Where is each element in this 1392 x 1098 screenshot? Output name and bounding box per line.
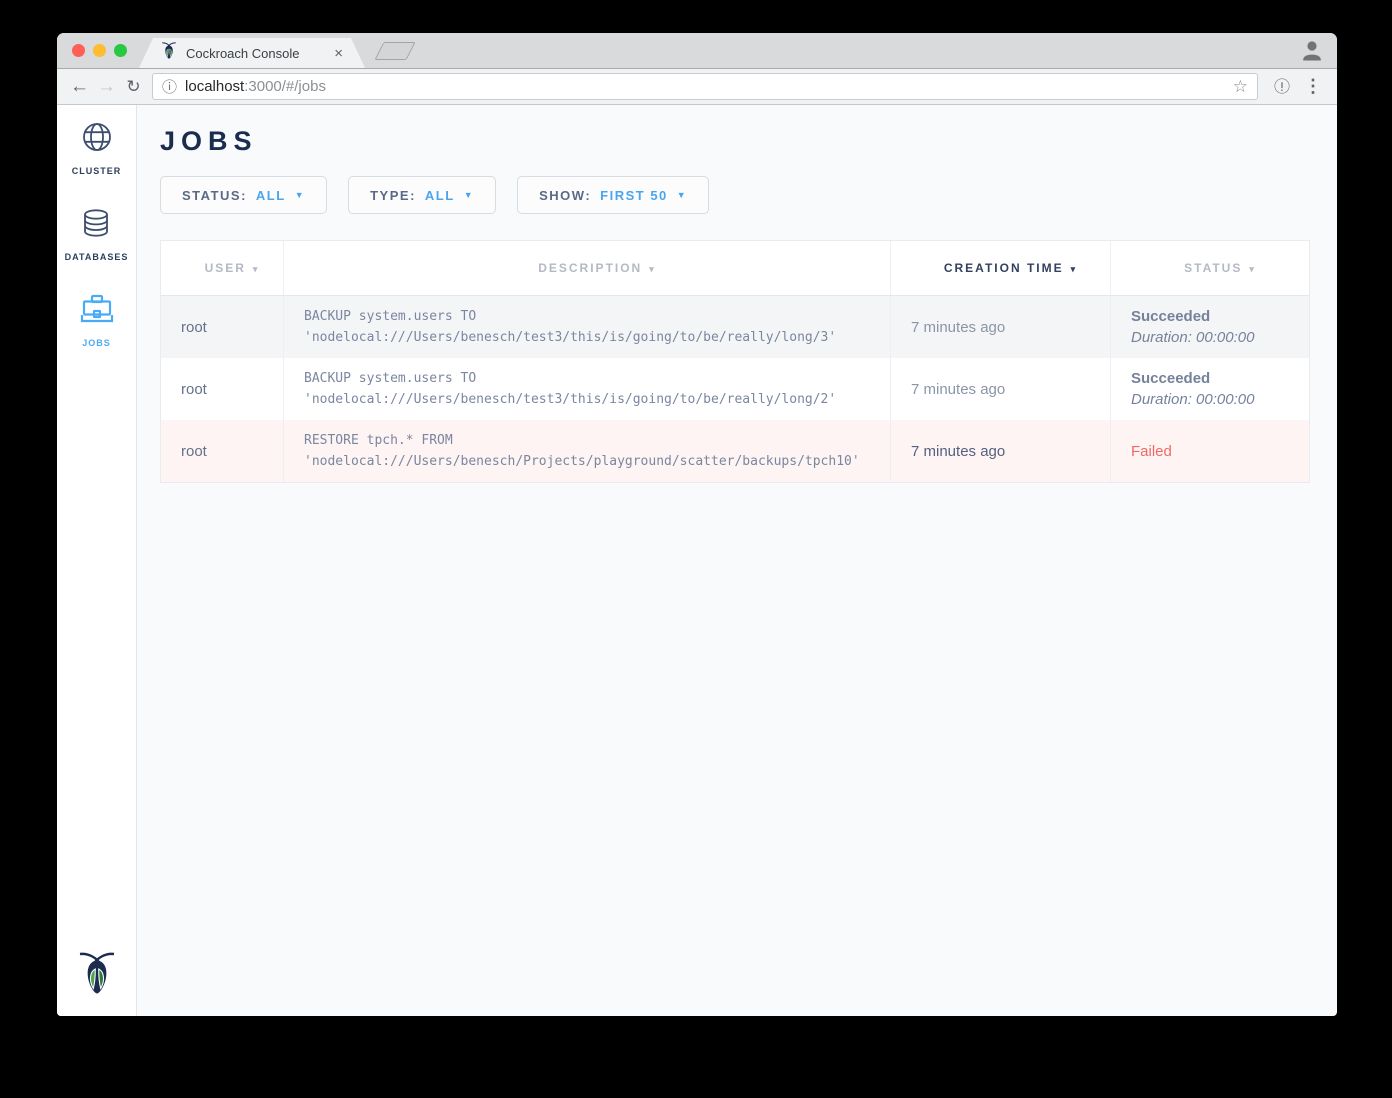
sort-caret-icon: ▾ — [1249, 264, 1256, 275]
globe-icon — [80, 120, 114, 159]
jobs-page: JOBS STATUS: ALL ▼ TYPE: ALL ▼ SHOW: FIR… — [137, 105, 1337, 1016]
type-filter-dropdown[interactable]: TYPE: ALL ▼ — [348, 176, 496, 214]
description-line1: BACKUP system.users TO — [304, 306, 890, 327]
sidebar-item-jobs[interactable]: JOBS — [79, 292, 115, 348]
description-cell: RESTORE tpch.* FROM 'nodelocal:///Users/… — [284, 420, 891, 482]
column-header-description[interactable]: DESCRIPTION ▾ — [284, 241, 891, 295]
status-badge: Failed — [1131, 441, 1309, 462]
creation-time-cell: 7 minutes ago — [891, 420, 1111, 482]
sort-caret-icon: ▾ — [253, 264, 260, 275]
sidebar-item-cluster[interactable]: CLUSTER — [72, 120, 122, 176]
sort-caret-icon: ▾ — [1071, 264, 1078, 275]
filter-label: STATUS: — [182, 188, 247, 203]
page-title: JOBS — [160, 127, 1337, 155]
chevron-down-icon: ▼ — [464, 190, 474, 200]
sort-caret-icon: ▾ — [649, 264, 656, 275]
browser-tab[interactable]: Cockroach Console × — [139, 38, 365, 68]
user-cell: root — [161, 296, 284, 358]
zoom-window-button[interactable] — [114, 44, 127, 57]
table-row: root BACKUP system.users TO 'nodelocal:/… — [161, 296, 1309, 358]
description-line2: 'nodelocal:///Users/benesch/test3/this/i… — [304, 327, 890, 348]
column-header-label: CREATION TIME — [944, 261, 1064, 275]
window-controls — [72, 44, 127, 57]
sidebar-item-label: DATABASES — [65, 252, 129, 262]
filter-label: SHOW: — [539, 188, 591, 203]
status-badge: Succeeded — [1131, 368, 1309, 389]
new-tab-button[interactable] — [374, 42, 415, 60]
description-line2: 'nodelocal:///Users/benesch/test3/this/i… — [304, 389, 890, 410]
browser-toolbar: ← → ↻ ⓘ localhost:3000/#/jobs ☆ ⓘ ⋮ — [57, 68, 1337, 105]
forward-icon: → — [93, 73, 120, 100]
status-cell: Succeeded Duration: 00:00:00 — [1111, 358, 1309, 420]
status-cell: Failed — [1111, 420, 1309, 482]
status-duration: Duration: 00:00:00 — [1131, 327, 1309, 348]
show-filter-dropdown[interactable]: SHOW: FIRST 50 ▼ — [517, 176, 709, 214]
url-path: :3000/#/jobs — [244, 78, 326, 95]
back-icon[interactable]: ← — [66, 73, 93, 100]
close-tab-icon[interactable]: × — [334, 46, 343, 61]
filter-value: ALL — [425, 188, 455, 203]
extension-icon[interactable]: ⓘ — [1274, 75, 1290, 99]
sidebar-item-label: CLUSTER — [72, 166, 122, 176]
description-line1: RESTORE tpch.* FROM — [304, 430, 890, 451]
cockroach-favicon-icon — [161, 41, 177, 65]
cockroach-console: CLUSTER DATABASES — [57, 105, 1337, 1016]
table-header-row: USER ▾ DESCRIPTION ▾ CREATION TIME ▾ STA… — [161, 241, 1309, 296]
cockroach-logo-icon — [77, 950, 117, 1001]
status-badge: Succeeded — [1131, 306, 1309, 327]
overflow-menu-icon[interactable]: ⋮ — [1304, 76, 1322, 97]
description-cell: BACKUP system.users TO 'nodelocal:///Use… — [284, 358, 891, 420]
briefcase-icon — [79, 292, 115, 331]
sidebar-item-label: JOBS — [82, 338, 111, 348]
database-icon — [79, 206, 113, 245]
minimize-window-button[interactable] — [93, 44, 106, 57]
filter-value: FIRST 50 — [600, 188, 668, 203]
page-info-icon[interactable]: ⓘ — [162, 76, 177, 97]
url-text[interactable]: localhost:3000/#/jobs — [185, 78, 326, 95]
column-header-creation-time[interactable]: CREATION TIME ▾ — [891, 241, 1111, 295]
reload-icon[interactable]: ↻ — [120, 73, 147, 100]
description-line2: 'nodelocal:///Users/benesch/Projects/pla… — [304, 451, 890, 472]
sidebar: CLUSTER DATABASES — [57, 105, 137, 1016]
tab-title: Cockroach Console — [186, 46, 299, 61]
column-header-status[interactable]: STATUS ▾ — [1111, 241, 1309, 295]
user-cell: root — [161, 420, 284, 482]
table-row: root BACKUP system.users TO 'nodelocal:/… — [161, 358, 1309, 420]
filter-label: TYPE: — [370, 188, 416, 203]
url-host: localhost — [185, 78, 244, 95]
profile-icon[interactable] — [1300, 38, 1324, 67]
column-header-label: USER — [205, 261, 246, 275]
address-bar[interactable]: ⓘ localhost:3000/#/jobs ☆ — [152, 73, 1258, 100]
description-cell: BACKUP system.users TO 'nodelocal:///Use… — [284, 296, 891, 358]
jobs-table: USER ▾ DESCRIPTION ▾ CREATION TIME ▾ STA… — [160, 240, 1310, 483]
filter-bar: STATUS: ALL ▼ TYPE: ALL ▼ SHOW: FIRST 50… — [160, 176, 1337, 214]
user-cell: root — [161, 358, 284, 420]
column-header-label: STATUS — [1184, 261, 1242, 275]
bookmark-star-icon[interactable]: ☆ — [1233, 77, 1248, 97]
status-cell: Succeeded Duration: 00:00:00 — [1111, 296, 1309, 358]
column-header-label: DESCRIPTION — [538, 261, 642, 275]
creation-time-cell: 7 minutes ago — [891, 358, 1111, 420]
close-window-button[interactable] — [72, 44, 85, 57]
tab-strip: Cockroach Console × — [57, 33, 1337, 68]
chevron-down-icon: ▼ — [677, 190, 687, 200]
browser-window: Cockroach Console × ← → ↻ ⓘ localhost:30… — [57, 33, 1337, 1016]
creation-time-cell: 7 minutes ago — [891, 296, 1111, 358]
table-row: root RESTORE tpch.* FROM 'nodelocal:///U… — [161, 420, 1309, 482]
filter-value: ALL — [256, 188, 286, 203]
chevron-down-icon: ▼ — [295, 190, 305, 200]
sidebar-item-databases[interactable]: DATABASES — [65, 206, 129, 262]
status-filter-dropdown[interactable]: STATUS: ALL ▼ — [160, 176, 327, 214]
status-duration: Duration: 00:00:00 — [1131, 389, 1309, 410]
column-header-user[interactable]: USER ▾ — [161, 241, 284, 295]
description-line1: BACKUP system.users TO — [304, 368, 890, 389]
